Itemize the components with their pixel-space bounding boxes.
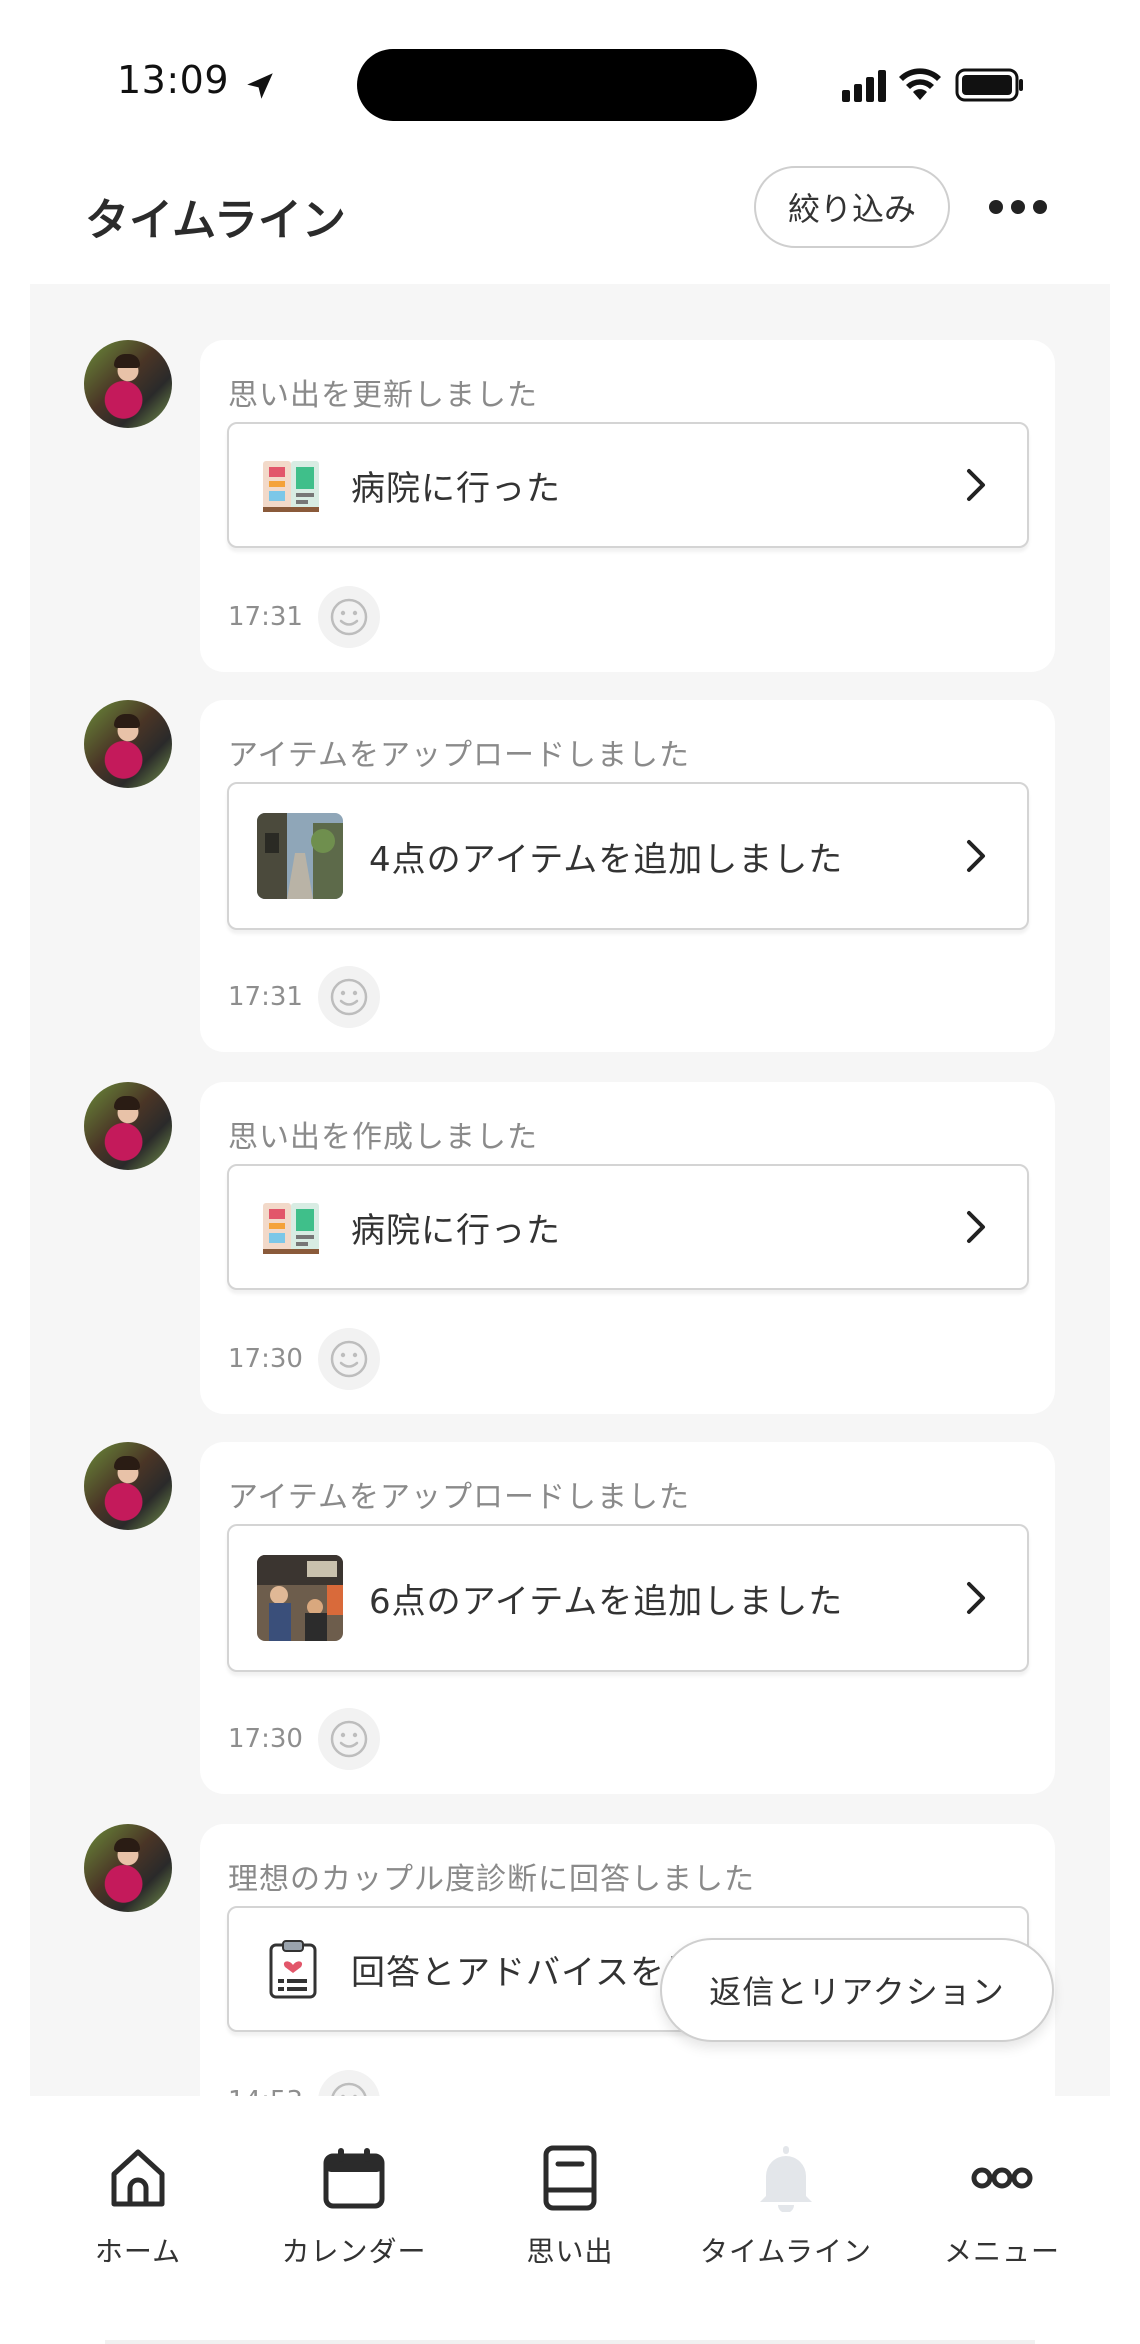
memory-link[interactable]: 病院に行った [227,422,1029,548]
entry-meta: 17:31 [228,586,380,648]
item-label: 病院に行った [351,1210,561,1251]
page-title: タイムライン [85,195,346,246]
avatar[interactable] [84,700,172,788]
entry-meta: 17:30 [228,1708,380,1770]
smiley-icon [331,2082,367,2096]
memory-book-icon [263,461,319,512]
book-icon [543,2145,597,2211]
item-label: 6点のアイテムを追加しました [369,1581,844,1622]
chevron-right-icon [967,1211,985,1243]
bell-icon [760,2146,812,2212]
more-options-button[interactable] [980,182,1056,232]
calendar-icon [323,2148,385,2209]
dynamic-island [357,49,757,121]
add-reaction-button[interactable] [318,1708,380,1770]
timestamp: 17:31 [228,982,303,1012]
tab-home[interactable]: ホーム [38,2144,238,2270]
timeline-card: 思い出を更新しました 病院に行った 17:31 [200,340,1055,672]
cellular-signal-icon [842,70,886,102]
item-label: 回答とアドバイスを見 [351,1952,700,1993]
clipboard-heart-icon [269,1940,317,1999]
reply-and-reaction-button[interactable]: 返信とリアクション [660,1938,1054,2042]
entry-meta: 14:53 [228,2070,380,2096]
activity-label: アイテムをアップロードしました [228,1480,690,1515]
timeline-card: アイテムをアップロードしました 6点のアイテムを追加しました 17:30 [200,1442,1055,1794]
add-reaction-button[interactable] [318,966,380,1028]
filter-button[interactable]: 絞り込み [754,166,950,248]
activity-label: 思い出を作成しました [228,1120,538,1155]
item-label: 病院に行った [351,468,561,509]
tab-calendar[interactable]: カレンダー [254,2144,454,2270]
add-reaction-button[interactable] [318,1328,380,1390]
photo-street-thumbnail [257,813,343,899]
timeline-screen: 13:09 タイムライン 絞り込み 思い出を更新しました 病院に行った 17:3… [0,0,1140,2344]
home-icon [111,2149,165,2207]
photo-market-thumbnail [257,1555,343,1641]
timeline-list[interactable]: 思い出を更新しました 病院に行った 17:31 アイテムをアップロードしました … [30,284,1110,2096]
timeline-card: アイテムをアップロードしました 4点のアイテムを追加しました 17:31 [200,700,1055,1052]
memory-link[interactable]: 病院に行った [227,1164,1029,1290]
more-dots-icon [989,200,1047,214]
entry-meta: 17:31 [228,966,380,1028]
tab-timeline[interactable]: タイムライン [686,2144,886,2270]
timestamp: 17:30 [228,1344,303,1374]
tab-label: カレンダー [281,2235,427,2268]
add-reaction-button[interactable] [318,2070,380,2096]
memory-book-icon [263,1203,319,1254]
more-dots-icon [971,2167,1033,2189]
avatar[interactable] [84,340,172,428]
timestamp: 17:31 [228,602,303,632]
uploaded-items-link[interactable]: 6点のアイテムを追加しました [227,1524,1029,1672]
tab-label: ホーム [94,2235,182,2268]
bottom-tab-bar: ホーム カレンダー 思い出 タイムライン メニュー [0,2096,1140,2344]
avatar[interactable] [84,1442,172,1530]
location-arrow-icon [247,73,273,99]
tab-label: タイムライン [699,2235,873,2268]
tab-label: メニュー [943,2235,1060,2268]
avatar[interactable] [84,1824,172,1912]
tab-memories[interactable]: 思い出 [470,2144,670,2270]
battery-icon [955,68,1023,102]
smiley-icon [330,598,368,636]
timestamp: 14:53 [228,2086,318,2096]
chevron-right-icon [967,840,985,872]
status-bar: 13:09 [0,0,1140,160]
smiley-icon [330,1720,368,1758]
header: タイムライン 絞り込み [0,160,1140,284]
chevron-right-icon [967,1582,985,1614]
item-label: 4点のアイテムを追加しました [369,839,844,880]
timestamp: 17:30 [228,1724,303,1754]
timeline-card: 思い出を作成しました 病院に行った 17:30 [200,1082,1055,1414]
avatar[interactable] [84,1082,172,1170]
add-reaction-button[interactable] [318,586,380,648]
chevron-right-icon [967,469,985,501]
uploaded-items-link[interactable]: 4点のアイテムを追加しました [227,782,1029,930]
entry-meta: 17:30 [228,1328,380,1390]
home-indicator [105,2340,1035,2344]
tab-menu[interactable]: メニュー [902,2144,1102,2270]
smiley-icon [330,978,368,1016]
activity-label: 思い出を更新しました [228,378,538,413]
wifi-icon [899,68,941,100]
smiley-icon [330,1340,368,1378]
tab-label: 思い出 [526,2235,614,2268]
activity-label: 理想のカップル度診断に回答しました [228,1862,755,1897]
status-time: 13:09 [117,58,230,102]
activity-label: アイテムをアップロードしました [228,738,690,773]
